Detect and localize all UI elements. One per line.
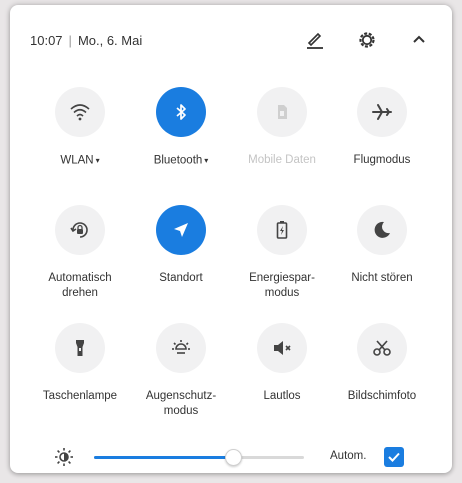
tile-mobile-data: Mobile Daten — [232, 87, 332, 168]
tile-label: Bildschimfoto — [347, 390, 417, 402]
wifi-icon — [70, 104, 90, 121]
scissors-icon — [373, 340, 391, 356]
mobile-data-icon — [278, 105, 287, 119]
mobile-data-toggle — [257, 87, 307, 137]
tile-do-not-disturb[interactable]: Nicht stören — [332, 205, 432, 286]
checkmark-icon — [388, 452, 400, 462]
tile-label: Standort — [159, 272, 203, 284]
eye-comfort-toggle[interactable] — [156, 323, 206, 373]
location-toggle[interactable] — [156, 205, 206, 255]
brightness-slider[interactable] — [94, 449, 304, 466]
brightness-icon — [52, 445, 76, 474]
airplane-icon — [372, 104, 392, 120]
panel-header: 10:07 | Mo., 6. Mai — [30, 25, 432, 55]
tile-label: WLAN ▾ — [60, 154, 100, 167]
tile-screenshot[interactable]: Bildschimfoto — [332, 323, 432, 404]
tile-label: Augenschutz- modus — [145, 390, 217, 417]
tile-label: Energiespar- modus — [249, 272, 315, 299]
tile-label: Lautlos — [263, 390, 301, 402]
tile-label: Bluetooth ▾ — [153, 154, 209, 167]
airplane-toggle[interactable] — [357, 87, 407, 137]
tile-eye-comfort[interactable]: Augenschutz- modus — [131, 323, 231, 419]
tile-label: Mobile Daten — [248, 154, 316, 166]
location-icon — [174, 223, 188, 237]
tile-battery-saver[interactable]: Energiespar- modus — [232, 205, 332, 301]
tile-mute[interactable]: Lautlos — [232, 323, 332, 404]
auto-brightness-label: Autom. — [330, 450, 367, 462]
tile-bluetooth[interactable]: Bluetooth ▾ — [131, 87, 231, 169]
brightness-slider-thumb[interactable] — [225, 449, 242, 466]
date-label: Mo., 6. Mai — [77, 32, 143, 48]
tile-label: Taschenlampe — [42, 390, 118, 402]
moon-icon — [374, 221, 390, 238]
tile-airplane-mode[interactable]: Flugmodus — [332, 87, 432, 168]
eye-comfort-icon — [172, 340, 190, 354]
tile-label: Automatisch drehen — [48, 272, 112, 299]
brightness-slider-fill — [94, 456, 233, 459]
mute-icon — [274, 341, 291, 355]
clock-time: 10:07 — [30, 32, 63, 48]
auto-rotate-icon — [70, 222, 88, 238]
tile-label: Flugmodus — [353, 154, 411, 166]
do-not-disturb-toggle[interactable] — [357, 205, 407, 255]
wlan-toggle[interactable] — [55, 87, 105, 137]
battery-saver-toggle[interactable] — [257, 205, 307, 255]
tile-label: Nicht stören — [351, 272, 413, 284]
quick-settings-panel: 10:07 | Mo., 6. Mai WLAN ▾ Bluetooth ▾ M… — [10, 5, 452, 473]
tile-flashlight[interactable]: Taschenlampe — [30, 323, 130, 404]
bluetooth-icon — [176, 104, 186, 120]
chevron-up-icon[interactable] — [406, 27, 432, 53]
auto-brightness-checkbox[interactable] — [384, 447, 404, 467]
flashlight-icon — [76, 340, 84, 356]
tile-auto-rotate[interactable]: Automatisch drehen — [30, 205, 130, 301]
mute-toggle[interactable] — [257, 323, 307, 373]
tile-wlan[interactable]: WLAN ▾ — [30, 87, 130, 169]
tile-location[interactable]: Standort — [131, 205, 231, 286]
edit-icon[interactable] — [302, 27, 328, 53]
header-actions — [302, 25, 432, 55]
header-separator: | — [68, 32, 72, 48]
gear-icon[interactable] — [354, 27, 380, 53]
brightness-row: Autom. — [30, 439, 432, 475]
bluetooth-toggle[interactable] — [156, 87, 206, 137]
screenshot-toggle[interactable] — [357, 323, 407, 373]
auto-rotate-toggle[interactable] — [55, 205, 105, 255]
flashlight-toggle[interactable] — [55, 323, 105, 373]
battery-saver-icon — [276, 221, 288, 239]
